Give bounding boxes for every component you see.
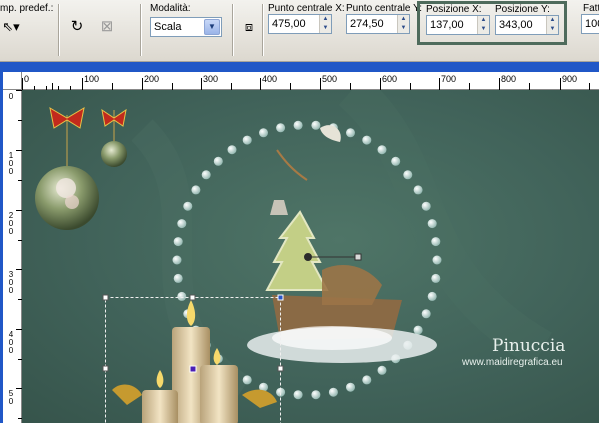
ruler-horizontal: 0 100 200 300 400 500 600 700 800 900 (22, 72, 599, 90)
pearl-bead (328, 387, 338, 397)
spin-up-icon[interactable]: ▲ (398, 15, 409, 24)
factor-value: 100 (585, 18, 599, 30)
ruler-ticks (16, 90, 22, 419)
pearl-bead (346, 382, 355, 392)
pearl-bead (431, 237, 441, 247)
preset-label: mp. predef.: (0, 3, 54, 14)
pearl-bead (362, 375, 372, 385)
mode-value: Scala (154, 21, 182, 33)
pearl-bead (242, 135, 252, 145)
pearl-bead (391, 156, 401, 166)
factor-field[interactable]: 100 (581, 14, 599, 34)
pearl-bead (413, 325, 423, 335)
pearl-bead (183, 201, 193, 211)
ruler-ticks (22, 78, 590, 90)
canvas-artwork (35, 90, 553, 423)
pearl-bead (173, 273, 183, 283)
pearl-bead (311, 390, 321, 400)
pearl-bead (403, 170, 413, 180)
watermark-name: Pinuccia (492, 336, 566, 356)
edit-selection-icon[interactable]: ⧈ (238, 16, 260, 38)
pearl-bead (427, 291, 437, 301)
pearl-bead (413, 185, 423, 195)
pearl-bead (431, 273, 441, 283)
pearl-bead (276, 123, 286, 133)
pearl-bead (201, 170, 211, 180)
ruler-corner (3, 72, 22, 90)
mode-select[interactable]: Scala ▼ (150, 17, 222, 37)
center-x-label: Punto centrale X: (268, 3, 345, 14)
pearl-bead (293, 120, 303, 130)
pearl-bead (177, 219, 187, 229)
pearl-bead (377, 145, 387, 155)
pearl-bead (311, 120, 321, 130)
spin-down-icon[interactable]: ▼ (320, 24, 331, 33)
image-canvas[interactable]: Pinuccia www.maidiregrafica.eu (22, 90, 599, 423)
center-x-field[interactable]: 475,00 ▲ ▼ (268, 14, 332, 34)
center-y-label: Punto centrale Y: (346, 3, 422, 14)
separator (232, 4, 234, 56)
mode-label: Modalità: (150, 3, 191, 14)
center-y-field[interactable]: 274,50 ▲ ▼ (346, 14, 410, 34)
spin-buttons[interactable]: ▲ ▼ (319, 15, 331, 33)
pearl-bead (259, 128, 268, 138)
pearl-bead (191, 185, 201, 195)
watermark-url: www.maidiregrafica.eu (462, 357, 563, 368)
separator (58, 4, 60, 56)
pearl-bead (293, 390, 303, 400)
spin-down-icon[interactable]: ▼ (398, 24, 409, 33)
pearl-bead (346, 128, 355, 138)
chevron-down-icon[interactable]: ▼ (204, 19, 220, 35)
center-x-value: 475,00 (272, 18, 306, 30)
pearl-bead (213, 156, 223, 166)
pearl-bead (362, 135, 372, 145)
pearl-bead (377, 365, 387, 375)
pearl-bead (177, 291, 187, 301)
clear-transform-icon[interactable]: ⊠ (96, 16, 118, 38)
pearl-bead (172, 255, 182, 265)
christmas-ball-ornaments (35, 107, 127, 230)
reset-rotation-icon[interactable]: ↻ (66, 16, 88, 38)
position-highlight-box (417, 1, 567, 45)
pearl-bead (427, 219, 437, 229)
pearl-bead (432, 255, 442, 265)
preset-arrow-icon[interactable]: ⇖▾ (0, 16, 22, 38)
spin-up-icon[interactable]: ▲ (320, 15, 331, 24)
pearl-bead (421, 201, 431, 211)
spin-buttons[interactable]: ▲ ▼ (397, 15, 409, 33)
separator (262, 4, 264, 56)
candles-decoration (112, 300, 277, 423)
separator (140, 4, 142, 56)
pearl-bead (242, 375, 252, 385)
factor-label: Fatto (583, 3, 599, 14)
ruler-vertical: 0 100 200 300 400 50 (3, 90, 22, 423)
pick-tool-toolbar: mp. predef.: ⇖▾ ↻ ⊠ Modalità: Scala ▼ ⧈ … (0, 0, 599, 62)
pearl-bead (173, 237, 183, 247)
center-y-value: 274,50 (350, 18, 384, 30)
pearl-bead (227, 145, 237, 155)
pearl-bead (421, 309, 431, 319)
